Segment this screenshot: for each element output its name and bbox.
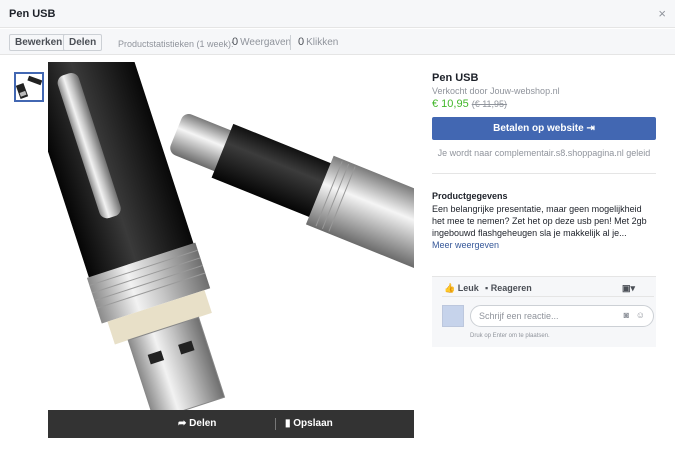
product-panel: Pen USB Verkocht door Jouw-webshop.nl € … <box>432 72 656 250</box>
comment-label: Reageren <box>490 283 532 293</box>
usb-pen-image <box>48 62 414 410</box>
save-image-label: Opslaan <box>293 418 333 429</box>
product-image <box>48 62 414 410</box>
redirect-note: Je wordt naar complementair.s8.shoppagin… <box>437 148 651 158</box>
toolbar: Bewerken Delen Productstatistieken (1 we… <box>0 29 675 55</box>
product-description: Een belangrijke presentatie, maar geen m… <box>432 204 647 238</box>
like-label: Leuk <box>457 283 479 293</box>
old-price: (€ 11,95) <box>471 99 508 109</box>
dialog-header: Pen USB × <box>0 0 675 28</box>
pay-on-website-button[interactable]: Betalen op website ⇥ <box>432 117 656 140</box>
views-count: 0 <box>232 36 239 48</box>
comment-hint: Druk op Enter om te plaatsen. <box>470 333 550 339</box>
product-seller: Verkocht door Jouw-webshop.nl <box>432 86 560 96</box>
clicks-stat: 0 Klikken <box>298 36 338 48</box>
comment-button[interactable]: ▪ Reageren <box>485 283 532 293</box>
share-arrow-icon: ➦ <box>178 418 190 429</box>
current-price: € 10,95 <box>432 98 469 110</box>
views-stat: 0 Weergaven <box>232 36 291 48</box>
details-heading: Productgegevens <box>432 191 508 201</box>
external-link-icon: ⇥ <box>586 123 595 134</box>
comment-input-placeholder: Schrijf een reactie... <box>479 311 559 321</box>
views-label: Weergaven <box>240 37 292 48</box>
comment-actions: 👍 Leuk ▪ Reageren ▣▾ <box>442 277 654 297</box>
image-bar-divider <box>275 418 276 430</box>
page-selector-button[interactable]: ▣▾ <box>622 283 635 294</box>
comment-input[interactable]: Schrijf een reactie... ◙ ☺ <box>470 305 654 327</box>
comments-section: 👍 Leuk ▪ Reageren ▣▾ Schrijf een reactie… <box>432 276 656 347</box>
share-image-button[interactable]: ➦ Delen <box>178 418 216 429</box>
share-image-label: Delen <box>189 418 217 429</box>
close-icon[interactable]: × <box>658 6 666 21</box>
clicks-count: 0 <box>298 36 305 48</box>
stats-label: Productstatistieken (1 week): <box>118 39 234 49</box>
image-action-bar: ➦ Delen ▮ Opslaan <box>48 410 414 438</box>
camera-icon[interactable]: ◙ <box>624 310 629 320</box>
edit-button[interactable]: Bewerken <box>9 34 69 51</box>
emoji-icon[interactable]: ☺ <box>636 310 645 320</box>
product-title: Pen USB <box>432 72 479 84</box>
stats-divider <box>290 35 291 50</box>
like-button[interactable]: 👍 Leuk <box>444 283 479 294</box>
dialog-title: Pen USB <box>9 8 56 20</box>
section-divider <box>432 173 656 174</box>
thumbs-up-icon: 👍 <box>444 283 458 293</box>
chevron-down-icon: ▾ <box>630 283 636 293</box>
page-avatar-icon: ▣ <box>622 283 631 293</box>
share-button[interactable]: Delen <box>63 34 103 51</box>
see-more-link[interactable]: Meer weergeven <box>432 240 499 250</box>
product-thumbnail[interactable] <box>14 72 44 102</box>
pay-button-label: Betalen op website <box>493 123 584 134</box>
save-image-button[interactable]: ▮ Opslaan <box>285 418 333 429</box>
avatar <box>442 305 464 327</box>
product-price: € 10,95 (€ 11,95) <box>432 98 656 110</box>
clicks-label: Klikken <box>306 37 339 48</box>
